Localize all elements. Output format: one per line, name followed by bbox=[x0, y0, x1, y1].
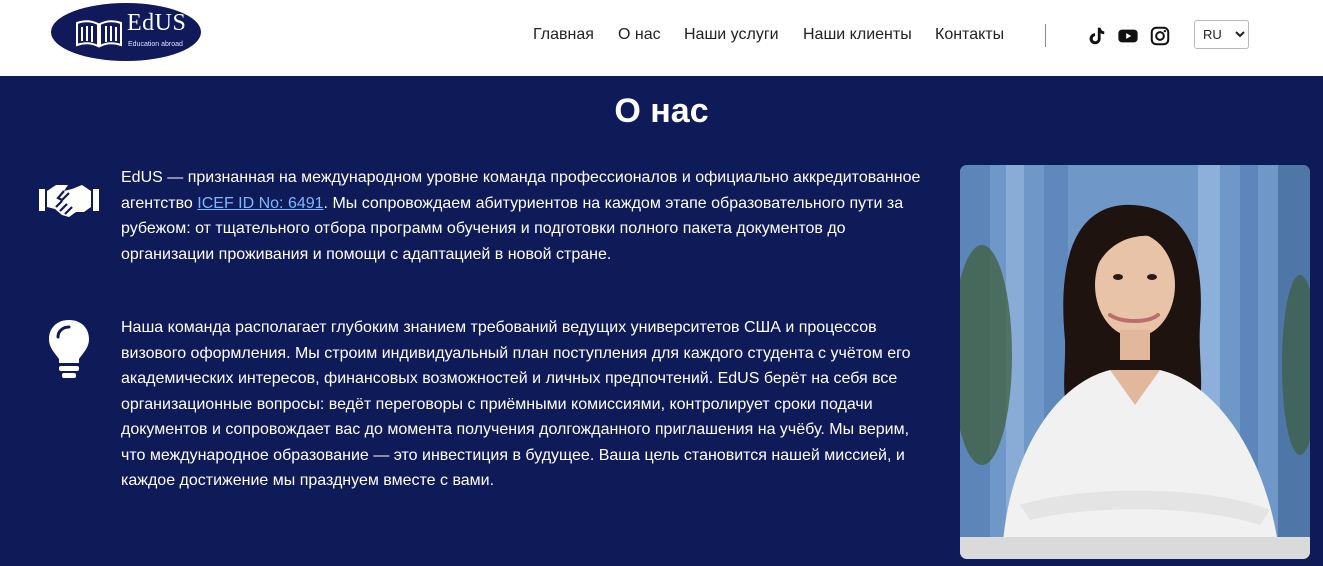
tiktok-icon[interactable] bbox=[1085, 25, 1107, 47]
instagram-icon[interactable] bbox=[1149, 25, 1171, 47]
logo-name: EdUS bbox=[127, 10, 187, 36]
woman-portrait bbox=[960, 165, 1310, 559]
about-paragraph-1: EdUS — признанная на международном уровн… bbox=[121, 165, 921, 267]
icef-link[interactable]: ICEF ID No: 6491 bbox=[197, 195, 323, 212]
nav-contacts[interactable]: Контакты bbox=[935, 26, 1004, 44]
open-book-icon bbox=[76, 20, 122, 48]
lightbulb-icon bbox=[49, 320, 89, 378]
edus-logo[interactable]: EdUS Education abroad bbox=[51, 3, 201, 61]
team-member-photo bbox=[960, 165, 1310, 559]
youtube-icon[interactable] bbox=[1117, 25, 1139, 47]
about-paragraph-2: Наша команда располагает глубоким знание… bbox=[121, 319, 911, 489]
nav-divider bbox=[1045, 24, 1046, 47]
logo-tagline: Education abroad bbox=[128, 41, 183, 48]
site-header: EdUS Education abroad Главная О нас Наши… bbox=[0, 0, 1323, 76]
nav-clients[interactable]: Наши клиенты bbox=[803, 26, 912, 44]
section-title: О нас bbox=[614, 92, 709, 130]
handshake-icon bbox=[39, 185, 99, 217]
nav-about[interactable]: О нас bbox=[618, 26, 661, 44]
about-section: О нас EdUS — признанная на международном… bbox=[0, 76, 1323, 566]
language-select[interactable]: RU bbox=[1194, 20, 1249, 49]
nav-home[interactable]: Главная bbox=[533, 26, 594, 44]
nav-services[interactable]: Наши услуги bbox=[684, 26, 779, 44]
